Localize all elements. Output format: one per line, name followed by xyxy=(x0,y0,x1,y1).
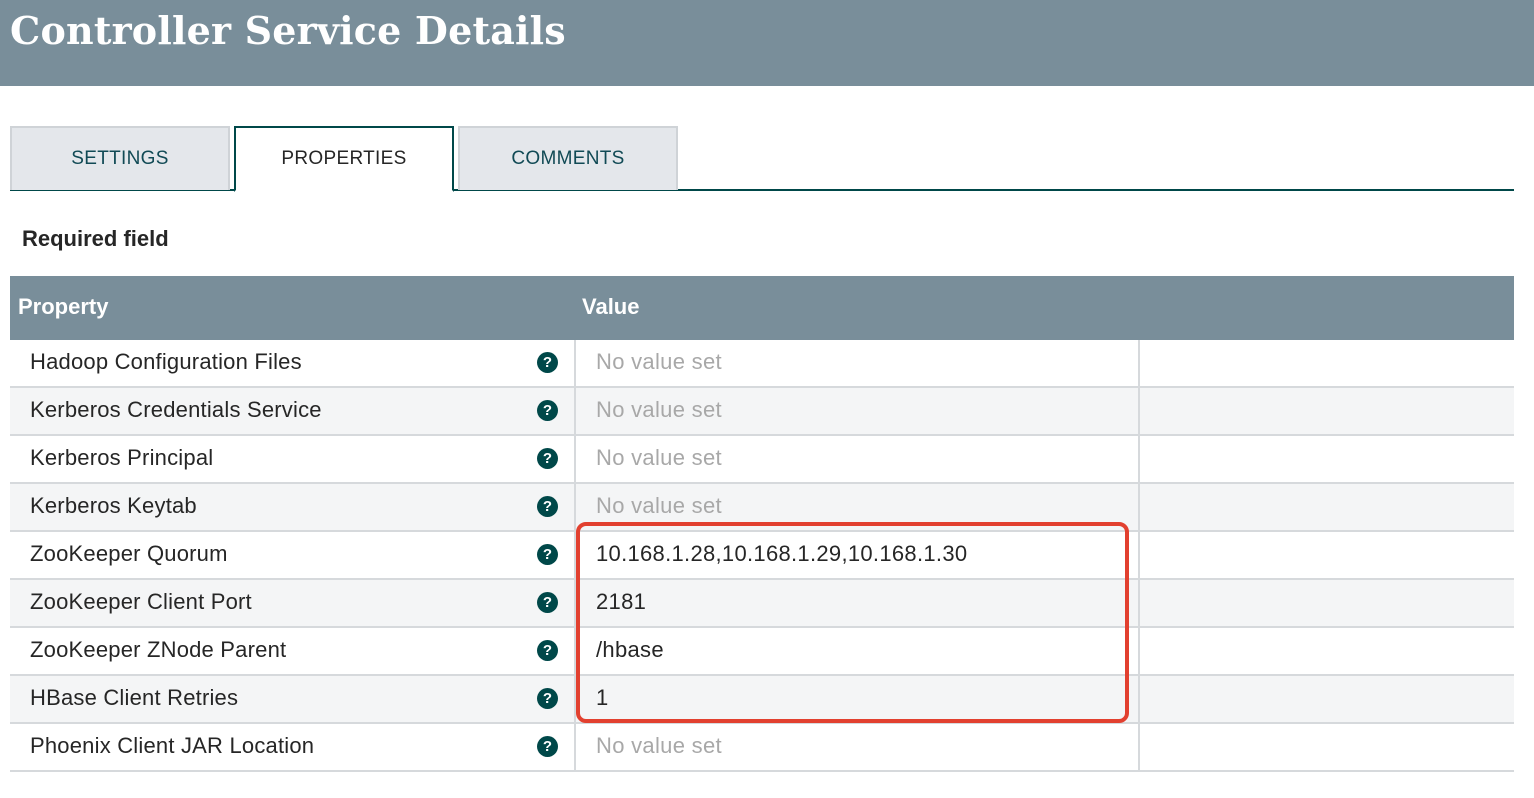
column-divider xyxy=(1138,532,1140,580)
property-value[interactable]: 1 xyxy=(596,685,609,711)
property-name: Hadoop Configuration Files xyxy=(30,349,302,374)
column-divider xyxy=(574,628,576,676)
property-name: ZooKeeper Client Port xyxy=(30,589,252,614)
column-divider xyxy=(574,484,576,532)
column-divider xyxy=(1138,436,1140,484)
required-field-label: Required field xyxy=(22,226,169,251)
table-body: Hadoop Configuration Files? No value set K… xyxy=(10,340,1514,772)
property-name: ZooKeeper Quorum xyxy=(30,541,228,566)
table-row[interactable]: ZooKeeper Quorum? 10.168.1.28,10.168.1.29… xyxy=(10,532,1514,580)
help-icon[interactable]: ? xyxy=(537,592,558,613)
property-name: Kerberos Credentials Service xyxy=(30,397,322,422)
help-icon[interactable]: ? xyxy=(537,688,558,709)
property-name: Phoenix Client JAR Location xyxy=(30,733,315,758)
dialog-title: Controller Service Details xyxy=(10,8,566,53)
tab-bar: SETTINGS PROPERTIES COMMENTS xyxy=(10,126,1514,192)
property-value[interactable]: No value set xyxy=(596,493,722,519)
help-icon[interactable]: ? xyxy=(537,448,558,469)
column-header-value[interactable]: Value xyxy=(582,294,639,320)
column-divider xyxy=(574,436,576,484)
column-divider xyxy=(1138,676,1140,724)
table-row[interactable]: Phoenix Client JAR Location? No value set xyxy=(10,724,1514,772)
column-divider xyxy=(1138,484,1140,532)
property-value[interactable]: No value set xyxy=(596,445,722,471)
dialog-header: Controller Service Details xyxy=(0,0,1534,86)
column-divider xyxy=(574,388,576,436)
table-row[interactable]: Kerberos Credentials Service? No value se… xyxy=(10,388,1514,436)
column-divider xyxy=(574,676,576,724)
tab-comments[interactable]: COMMENTS xyxy=(458,126,678,190)
help-icon[interactable]: ? xyxy=(537,736,558,757)
table-row[interactable]: Hadoop Configuration Files? No value set xyxy=(10,340,1514,388)
property-name: HBase Client Retries xyxy=(30,685,239,710)
tab-settings[interactable]: SETTINGS xyxy=(10,126,230,190)
property-name: ZooKeeper ZNode Parent xyxy=(30,637,287,662)
column-divider xyxy=(1138,388,1140,436)
property-value[interactable]: /hbase xyxy=(596,637,664,663)
column-divider xyxy=(1138,724,1140,772)
table-row[interactable]: ZooKeeper ZNode Parent? /hbase xyxy=(10,628,1514,676)
column-divider xyxy=(1138,340,1140,388)
help-icon[interactable]: ? xyxy=(537,640,558,661)
help-icon[interactable]: ? xyxy=(537,544,558,565)
column-divider xyxy=(574,580,576,628)
table-row[interactable]: HBase Client Retries? 1 xyxy=(10,676,1514,724)
help-icon[interactable]: ? xyxy=(537,400,558,421)
column-divider xyxy=(1138,628,1140,676)
column-divider xyxy=(574,340,576,388)
property-name: Kerberos Principal xyxy=(30,445,214,470)
table-row[interactable]: Kerberos Principal? No value set xyxy=(10,436,1514,484)
table-row[interactable]: ZooKeeper Client Port? 2181 xyxy=(10,580,1514,628)
column-divider xyxy=(574,532,576,580)
table-header: Property Value xyxy=(10,276,1514,340)
tab-properties[interactable]: PROPERTIES xyxy=(234,126,454,192)
property-name: Kerberos Keytab xyxy=(30,493,197,518)
help-icon[interactable]: ? xyxy=(537,352,558,373)
property-value[interactable]: No value set xyxy=(596,397,722,423)
column-divider xyxy=(1138,580,1140,628)
column-divider xyxy=(574,724,576,772)
column-header-property[interactable]: Property xyxy=(18,294,108,320)
property-value[interactable]: No value set xyxy=(596,349,722,375)
property-value[interactable]: 10.168.1.28,10.168.1.29,10.168.1.30 xyxy=(596,541,967,567)
help-icon[interactable]: ? xyxy=(537,496,558,517)
properties-table: Property Value Hadoop Configuration File… xyxy=(10,276,1514,772)
table-row[interactable]: Kerberos Keytab? No value set xyxy=(10,484,1514,532)
property-value[interactable]: 2181 xyxy=(596,589,646,615)
property-value[interactable]: No value set xyxy=(596,733,722,759)
